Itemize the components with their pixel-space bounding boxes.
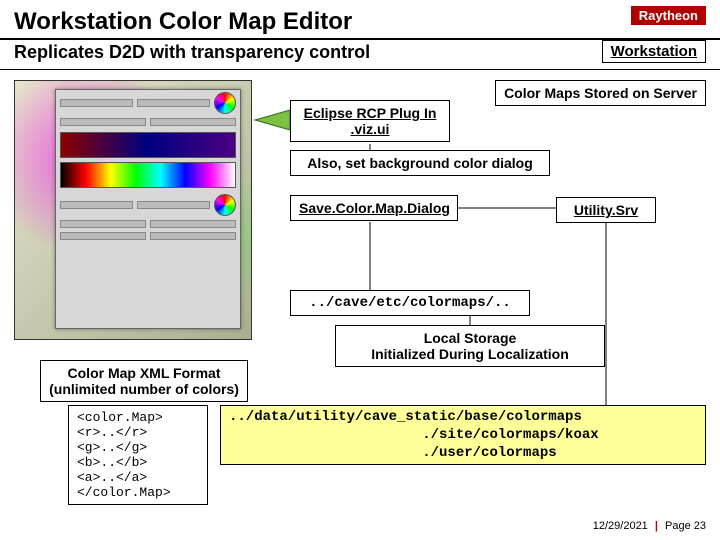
workstation-box: Workstation bbox=[602, 40, 706, 63]
cave-path-box: ../cave/etc/colormaps/.. bbox=[290, 290, 530, 316]
eclipse-plugin-box: Eclipse RCP Plug In .viz.ui bbox=[290, 100, 450, 142]
editor-screenshot bbox=[14, 80, 252, 340]
xml-l2: <g>..</g> bbox=[77, 440, 199, 455]
xml-l4: <a>..</a> bbox=[77, 470, 199, 485]
eclipse-line1: Eclipse RCP Plug In bbox=[304, 105, 437, 121]
server-storage-label: Color Maps Stored on Server bbox=[495, 80, 706, 106]
dp-1: ./site/colormaps/koax bbox=[229, 426, 697, 444]
footer-page: Page 23 bbox=[665, 520, 706, 532]
footer: 12/29/2021 | Page 23 bbox=[593, 520, 706, 532]
xml-format-l2: (unlimited number of colors) bbox=[49, 381, 239, 397]
local-storage-l2: Initialized During Localization bbox=[371, 346, 569, 362]
local-storage-box: Local Storage Initialized During Localiz… bbox=[335, 325, 605, 367]
footer-sep: | bbox=[655, 520, 658, 532]
xml-l3: <b>..</b> bbox=[77, 455, 199, 470]
page-title: Workstation Color Map Editor bbox=[0, 0, 720, 36]
xml-format-l1: Color Map XML Format bbox=[68, 365, 221, 381]
footer-date: 12/29/2021 bbox=[593, 520, 648, 532]
utility-srv-text: Utility.Srv bbox=[574, 202, 638, 218]
xml-code-box: <color.Map> <r>..</r> <g>..</g> <b>..</b… bbox=[68, 405, 208, 505]
data-paths-box: ../data/utility/cave_static/base/colorma… bbox=[220, 405, 706, 465]
brand-logo: Raytheon bbox=[631, 6, 706, 25]
dp-0: ../data/utility/cave_static/base/colorma… bbox=[229, 408, 697, 426]
xml-format-box: Color Map XML Format (unlimited number o… bbox=[40, 360, 248, 402]
eclipse-line2: .viz.ui bbox=[351, 121, 390, 137]
also-dialog-box: Also, set background color dialog bbox=[290, 150, 550, 176]
utility-srv-box: Utility.Srv bbox=[556, 197, 656, 223]
xml-l5: </color.Map> bbox=[77, 485, 199, 500]
xml-l0: <color.Map> bbox=[77, 410, 199, 425]
save-dialog-text: Save.Color.Map.Dialog bbox=[299, 200, 450, 216]
xml-l1: <r>..</r> bbox=[77, 425, 199, 440]
dp-2: ./user/colormaps bbox=[229, 444, 697, 462]
save-dialog-box: Save.Color.Map.Dialog bbox=[290, 195, 458, 221]
local-storage-l1: Local Storage bbox=[424, 330, 517, 346]
